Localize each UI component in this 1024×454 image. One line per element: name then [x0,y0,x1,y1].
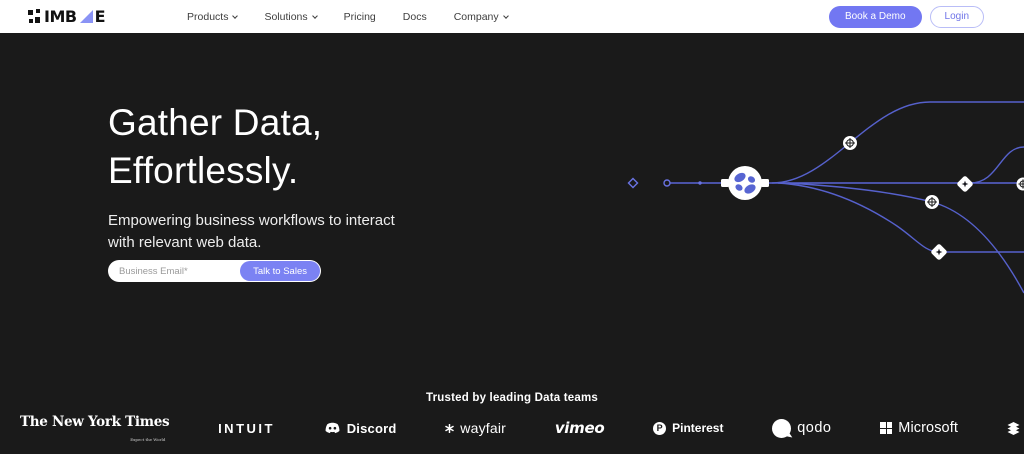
nav-item-label: Company [454,11,499,23]
logo-text-start: IMB [44,7,77,26]
nimble-landing-page: IMB E Products Solutions Pricing Docs Co… [0,0,1024,454]
chevron-down-icon [233,13,239,19]
network-illustration [540,80,1024,325]
discord-wordmark: Discord [347,421,397,436]
nav-actions: Book a Demo Login [829,6,984,28]
hub-node [721,166,769,200]
microsoft-logo: Microsoft [880,420,958,436]
pinterest-logo: P Pinterest [653,421,723,435]
qodo-logo: qodo [772,419,831,438]
plus-circle-node [843,136,857,150]
nav-item-solutions[interactable]: Solutions [264,11,316,23]
diamond-node [930,243,948,261]
hero-section: Gather Data, Effortlessly. Empowering bu… [0,33,1024,454]
business-email-input[interactable] [108,266,240,277]
wayfair-asterisk-icon [445,424,454,433]
pinterest-icon: P [653,422,666,435]
talk-to-sales-button[interactable]: Talk to Sales [240,261,320,281]
plus-circle-node [925,195,939,209]
qodo-wordmark: qodo [797,420,831,436]
trusted-logos-row: The New York Times Expect the World INTU… [0,411,1024,445]
discord-logo: Discord [324,421,397,436]
diamond-outline-node [628,178,637,187]
intuit-logo: INTUIT [218,421,275,436]
nav-links: Products Solutions Pricing Docs Company [187,11,508,23]
nyt-wordmark: The New York Times [20,414,169,430]
discord-icon [324,422,341,434]
email-capture-form: Talk to Sales [108,260,321,282]
chevron-down-icon [312,13,318,19]
chevron-down-icon [503,13,509,19]
hero-heading: Gather Data, Effortlessly. [108,99,322,195]
navbar: IMB E Products Solutions Pricing Docs Co… [0,0,1024,33]
databricks-logo: databricks [1007,421,1024,436]
book-demo-button[interactable]: Book a Demo [829,6,922,28]
microsoft-wordmark: Microsoft [898,420,958,436]
circle-outline-node [664,180,670,186]
nav-item-label: Solutions [264,11,307,23]
nimble-logo[interactable]: IMB E [28,7,105,26]
nyt-logo: The New York Times Expect the World [20,414,169,442]
nav-item-pricing[interactable]: Pricing [344,11,376,23]
vimeo-logo: vimeo [555,419,605,437]
qodo-icon [772,419,791,438]
databricks-icon [1007,422,1020,435]
hero-subheading: Empowering business workflows to interac… [108,210,418,254]
microsoft-icon [880,422,892,434]
nav-item-label: Pricing [344,11,376,23]
nimble-triangle-icon [80,10,93,23]
nav-item-products[interactable]: Products [187,11,237,23]
nav-item-label: Docs [403,11,427,23]
heading-line2: Effortlessly. [108,147,322,195]
logo-text-end: E [95,7,105,26]
wayfair-logo: wayfair [445,420,506,436]
edge-node [1017,178,1024,191]
login-button[interactable]: Login [930,6,984,28]
nav-item-label: Products [187,11,228,23]
diamond-node [956,175,974,193]
dot-node [698,181,701,184]
nav-item-docs[interactable]: Docs [403,11,427,23]
nav-item-company[interactable]: Company [454,11,508,23]
wayfair-wordmark: wayfair [460,420,506,436]
trusted-title: Trusted by leading Data teams [0,392,1024,404]
heading-line1: Gather Data, [108,99,322,147]
nyt-tagline: Expect the World [130,437,165,442]
pinterest-wordmark: Pinterest [672,421,723,435]
nimble-n-mark-icon [28,9,41,24]
